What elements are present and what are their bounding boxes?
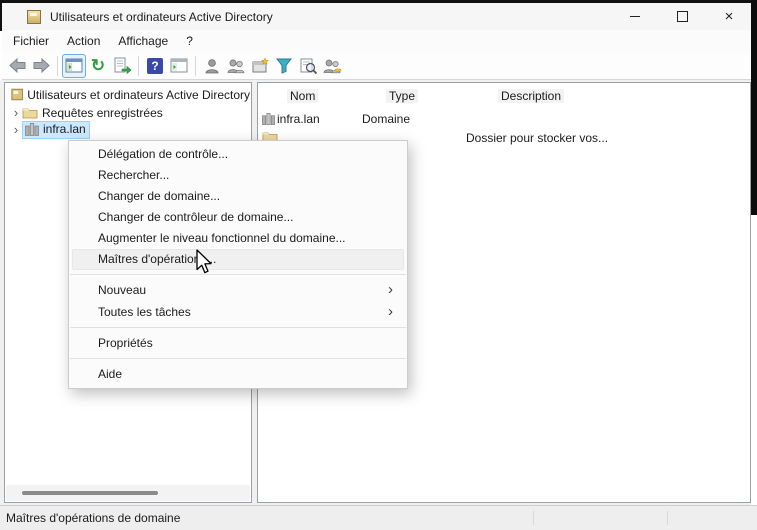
cell-type: Domaine <box>362 112 410 126</box>
column-header-description[interactable]: Description <box>498 89 564 103</box>
menu-fichier[interactable]: Fichier <box>4 32 58 50</box>
back-button[interactable] <box>5 54 29 78</box>
menu-action[interactable]: Action <box>58 32 109 50</box>
organizational-unit-icon <box>251 57 269 75</box>
expander-chevron-icon[interactable]: › <box>10 106 22 119</box>
toolbar-separator <box>138 56 139 76</box>
create-user-button[interactable] <box>200 54 224 78</box>
context-menu: Délégation de contrôle... Rechercher... … <box>68 140 408 389</box>
tree-item-label: Requêtes enregistrées <box>42 106 163 120</box>
menu-item-rechercher[interactable]: Rechercher... <box>69 165 407 186</box>
menu-separator <box>70 274 406 275</box>
console-tree-icon <box>65 58 83 74</box>
minimize-icon <box>630 16 640 17</box>
toolbar-separator <box>57 56 58 76</box>
menu-item-changer-de-controleur-de-domaine[interactable]: Changer de contrôleur de domaine... <box>69 207 407 228</box>
domain-icon <box>24 122 40 137</box>
status-bar: Maîtres d'opérations de domaine <box>0 505 757 530</box>
menu-affichage[interactable]: Affichage <box>109 32 177 50</box>
menu-separator <box>70 358 406 359</box>
filter-button[interactable] <box>272 54 296 78</box>
submenu-chevron-icon: › <box>388 301 393 323</box>
expander-chevron-icon[interactable]: › <box>10 123 22 136</box>
help-button[interactable]: ? <box>143 54 167 78</box>
menu-item-toutes-les-taches[interactable]: Toutes les tâches › <box>69 301 407 323</box>
show-action-pane-button[interactable] <box>167 54 191 78</box>
selected-tree-item[interactable]: infra.lan <box>22 121 90 139</box>
menu-separator <box>70 327 406 328</box>
filter-funnel-icon <box>275 57 293 74</box>
console-root-icon <box>11 87 23 102</box>
toolbar: ↻ ? <box>2 52 751 80</box>
toolbar-separator <box>195 56 196 76</box>
menu-item-aide[interactable]: Aide <box>69 363 407 385</box>
domain-icon <box>261 112 276 126</box>
menu-item-proprietes[interactable]: Propriétés <box>69 332 407 354</box>
submenu-chevron-icon: › <box>388 279 393 301</box>
maximize-button[interactable] <box>659 3 705 30</box>
help-icon: ? <box>147 58 163 74</box>
menu-item-nouveau[interactable]: Nouveau › <box>69 279 407 301</box>
desktop-edge <box>0 0 2 31</box>
menu-item-delegation-de-controle[interactable]: Délégation de contrôle... <box>69 144 407 165</box>
action-pane-icon <box>170 58 188 74</box>
mouse-cursor-icon <box>192 248 214 276</box>
special-permissions-icon <box>322 57 342 75</box>
user-icon <box>203 57 221 75</box>
window-title: Utilisateurs et ordinateurs Active Direc… <box>50 10 273 24</box>
create-group-button[interactable] <box>224 54 248 78</box>
tree-item-label: infra.lan <box>43 122 86 136</box>
column-header-nom[interactable]: Nom <box>287 89 318 103</box>
tree-root-label: Utilisateurs et ordinateurs Active Direc… <box>27 88 250 102</box>
find-button[interactable] <box>296 54 320 78</box>
group-icon <box>226 57 246 75</box>
close-icon: × <box>725 9 734 24</box>
menu-bar: Fichier Action Affichage ? <box>2 30 751 52</box>
column-header-type[interactable]: Type <box>386 89 418 103</box>
find-magnifier-icon <box>299 57 318 75</box>
desktop-edge <box>751 0 757 215</box>
menu-item-changer-de-domaine[interactable]: Changer de domaine... <box>69 186 407 207</box>
aduc-window: Utilisateurs et ordinateurs Active Direc… <box>0 0 757 530</box>
desktop-edge <box>0 0 757 3</box>
forward-arrow-icon <box>32 56 51 75</box>
minimize-button[interactable] <box>612 3 658 30</box>
close-button[interactable]: × <box>706 3 752 30</box>
folder-icon <box>22 106 38 119</box>
refresh-icon: ↻ <box>91 57 105 74</box>
mmc-console-icon <box>27 10 41 24</box>
horizontal-scrollbar[interactable] <box>6 485 250 501</box>
statusbar-divider <box>533 511 534 525</box>
cell-description: Dossier pour stocker vos... <box>466 131 608 145</box>
menu-item-label: Nouveau <box>98 283 146 297</box>
export-list-icon <box>113 57 132 75</box>
tree-item-saved-queries[interactable]: › Requêtes enregistrées <box>6 104 250 121</box>
set-special-permissions-button[interactable] <box>320 54 344 78</box>
menu-help[interactable]: ? <box>177 32 202 50</box>
menu-item-label: Toutes les tâches <box>98 305 191 319</box>
menu-item-augmenter-le-niveau-fonctionnel[interactable]: Augmenter le niveau fonctionnel du domai… <box>69 228 407 249</box>
tree-item-domain[interactable]: › infra.lan <box>6 121 250 138</box>
maximize-icon <box>677 11 688 22</box>
cell-name: infra.lan <box>277 112 320 126</box>
refresh-button[interactable]: ↻ <box>86 54 110 78</box>
scrollbar-thumb[interactable] <box>22 491 158 495</box>
statusbar-divider <box>667 511 668 525</box>
show-console-tree-button[interactable] <box>62 54 86 78</box>
back-arrow-icon <box>8 56 27 75</box>
status-text: Maîtres d'opérations de domaine <box>6 511 180 525</box>
create-organizational-unit-button[interactable] <box>248 54 272 78</box>
tree-root-item[interactable]: Utilisateurs et ordinateurs Active Direc… <box>6 86 250 103</box>
forward-button[interactable] <box>29 54 53 78</box>
export-list-button[interactable] <box>110 54 134 78</box>
menu-item-maitres-d-operations[interactable]: Maîtres d'opérations... <box>72 249 404 270</box>
